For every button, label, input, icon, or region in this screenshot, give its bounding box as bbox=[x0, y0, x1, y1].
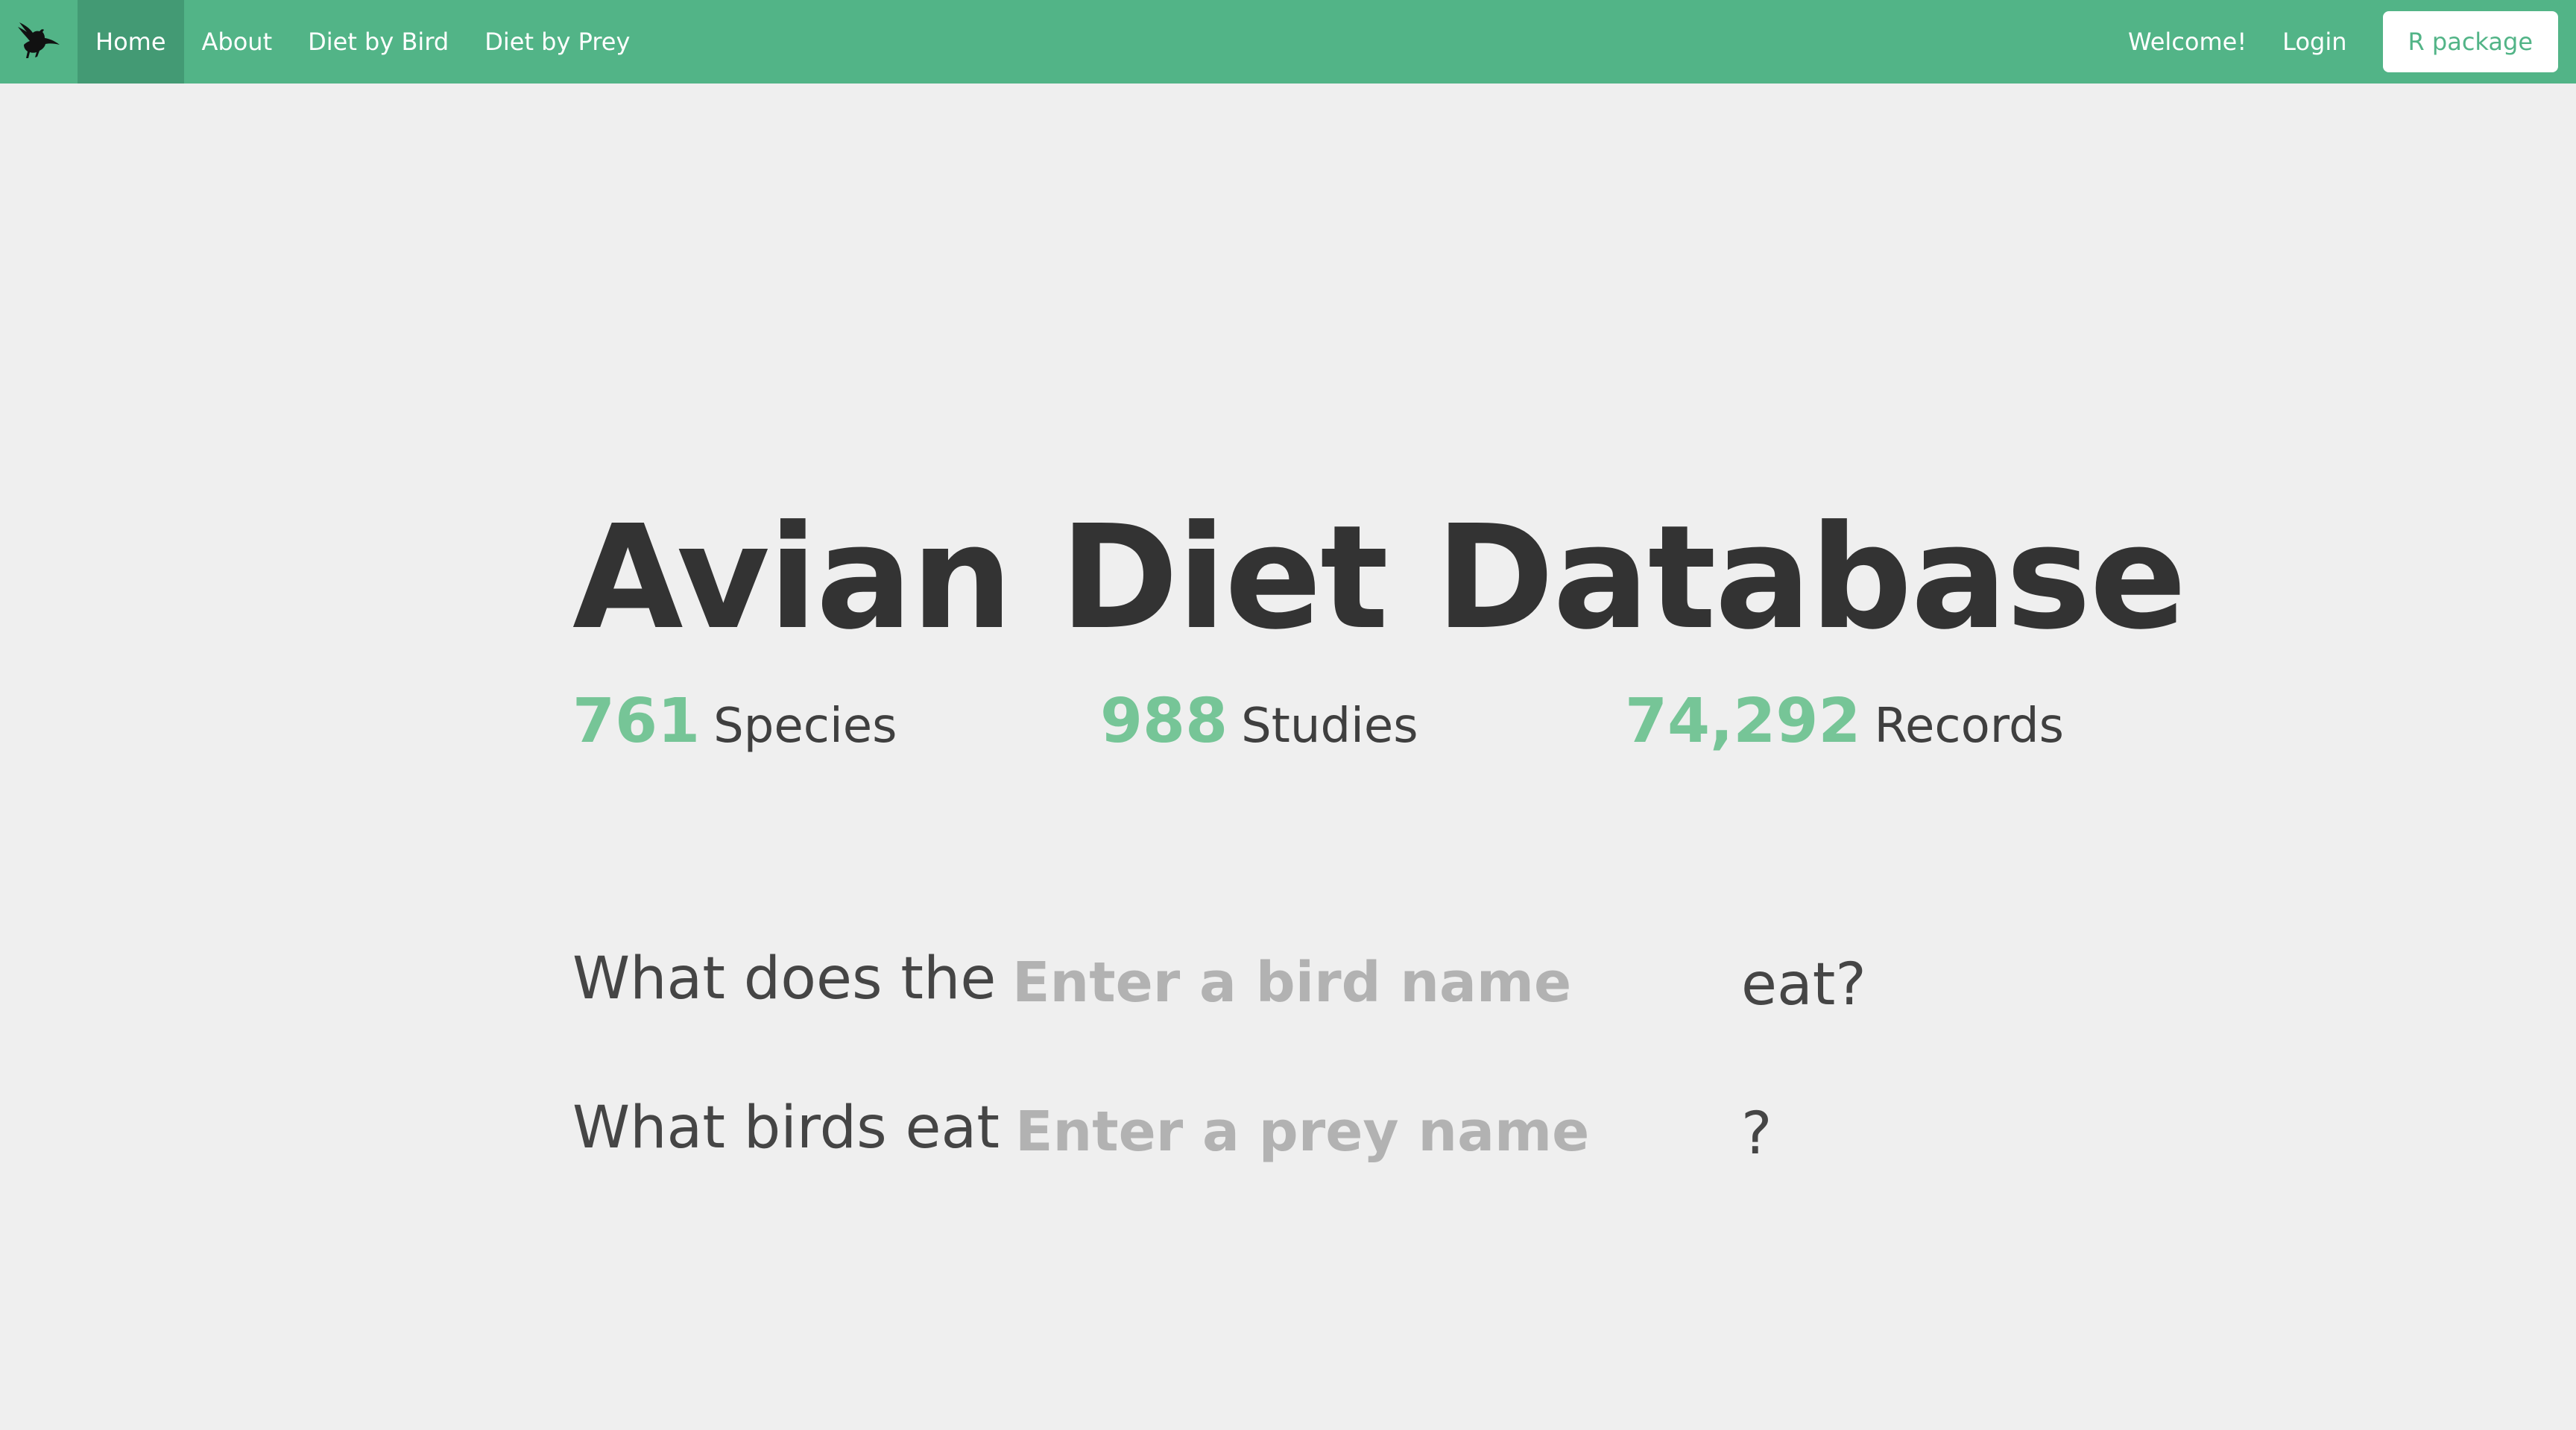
prey-name-input[interactable] bbox=[1015, 1090, 1686, 1174]
stat-records: 74,292 Records bbox=[1625, 686, 2064, 757]
top-navbar: Home About Diet by Bird Diet by Prey Wel… bbox=[0, 0, 2576, 84]
page-title: Avian Diet Database bbox=[572, 495, 2187, 661]
stat-number: 988 bbox=[1100, 686, 1228, 757]
nav-item-diet-by-bird[interactable]: Diet by Bird bbox=[290, 0, 467, 84]
bird-name-input[interactable] bbox=[1012, 941, 1683, 1024]
hero: Avian Diet Database bbox=[572, 495, 2187, 661]
prey-query-row: What birds eat ? bbox=[572, 1090, 2063, 1184]
welcome-text: Welcome! bbox=[2127, 28, 2247, 56]
prey-query-suffix: ? bbox=[1741, 1100, 1772, 1168]
nav-item-about[interactable]: About bbox=[184, 0, 291, 84]
prey-query-prefix: What birds eat bbox=[572, 1094, 1000, 1162]
stat-species: 761 Species bbox=[572, 686, 897, 757]
stat-label: Species bbox=[713, 699, 897, 754]
stat-studies: 988 Studies bbox=[1100, 686, 1418, 757]
stat-label: Studies bbox=[1241, 699, 1418, 754]
stat-number: 761 bbox=[572, 686, 701, 757]
bird-silhouette-icon bbox=[15, 16, 63, 67]
bird-query-prefix: What does the bbox=[572, 945, 997, 1012]
stat-number: 74,292 bbox=[1625, 686, 1861, 757]
login-link[interactable]: Login bbox=[2264, 28, 2364, 56]
nav-item-diet-by-prey[interactable]: Diet by Prey bbox=[467, 0, 648, 84]
r-package-button[interactable]: R package bbox=[2382, 11, 2558, 72]
nav-item-home[interactable]: Home bbox=[78, 0, 184, 84]
stats-row: 761 Species 988 Studies 74,292 Records bbox=[572, 686, 2064, 760]
bird-query-row: What does the eat? bbox=[572, 941, 2063, 1035]
nav-links: Home About Diet by Bird Diet by Prey bbox=[78, 0, 648, 84]
nav-right: Welcome! Login R package bbox=[2110, 0, 2576, 84]
bird-query-suffix: eat? bbox=[1741, 951, 1866, 1018]
stat-label: Records bbox=[1874, 699, 2064, 754]
brand-logo-link[interactable] bbox=[0, 0, 78, 84]
